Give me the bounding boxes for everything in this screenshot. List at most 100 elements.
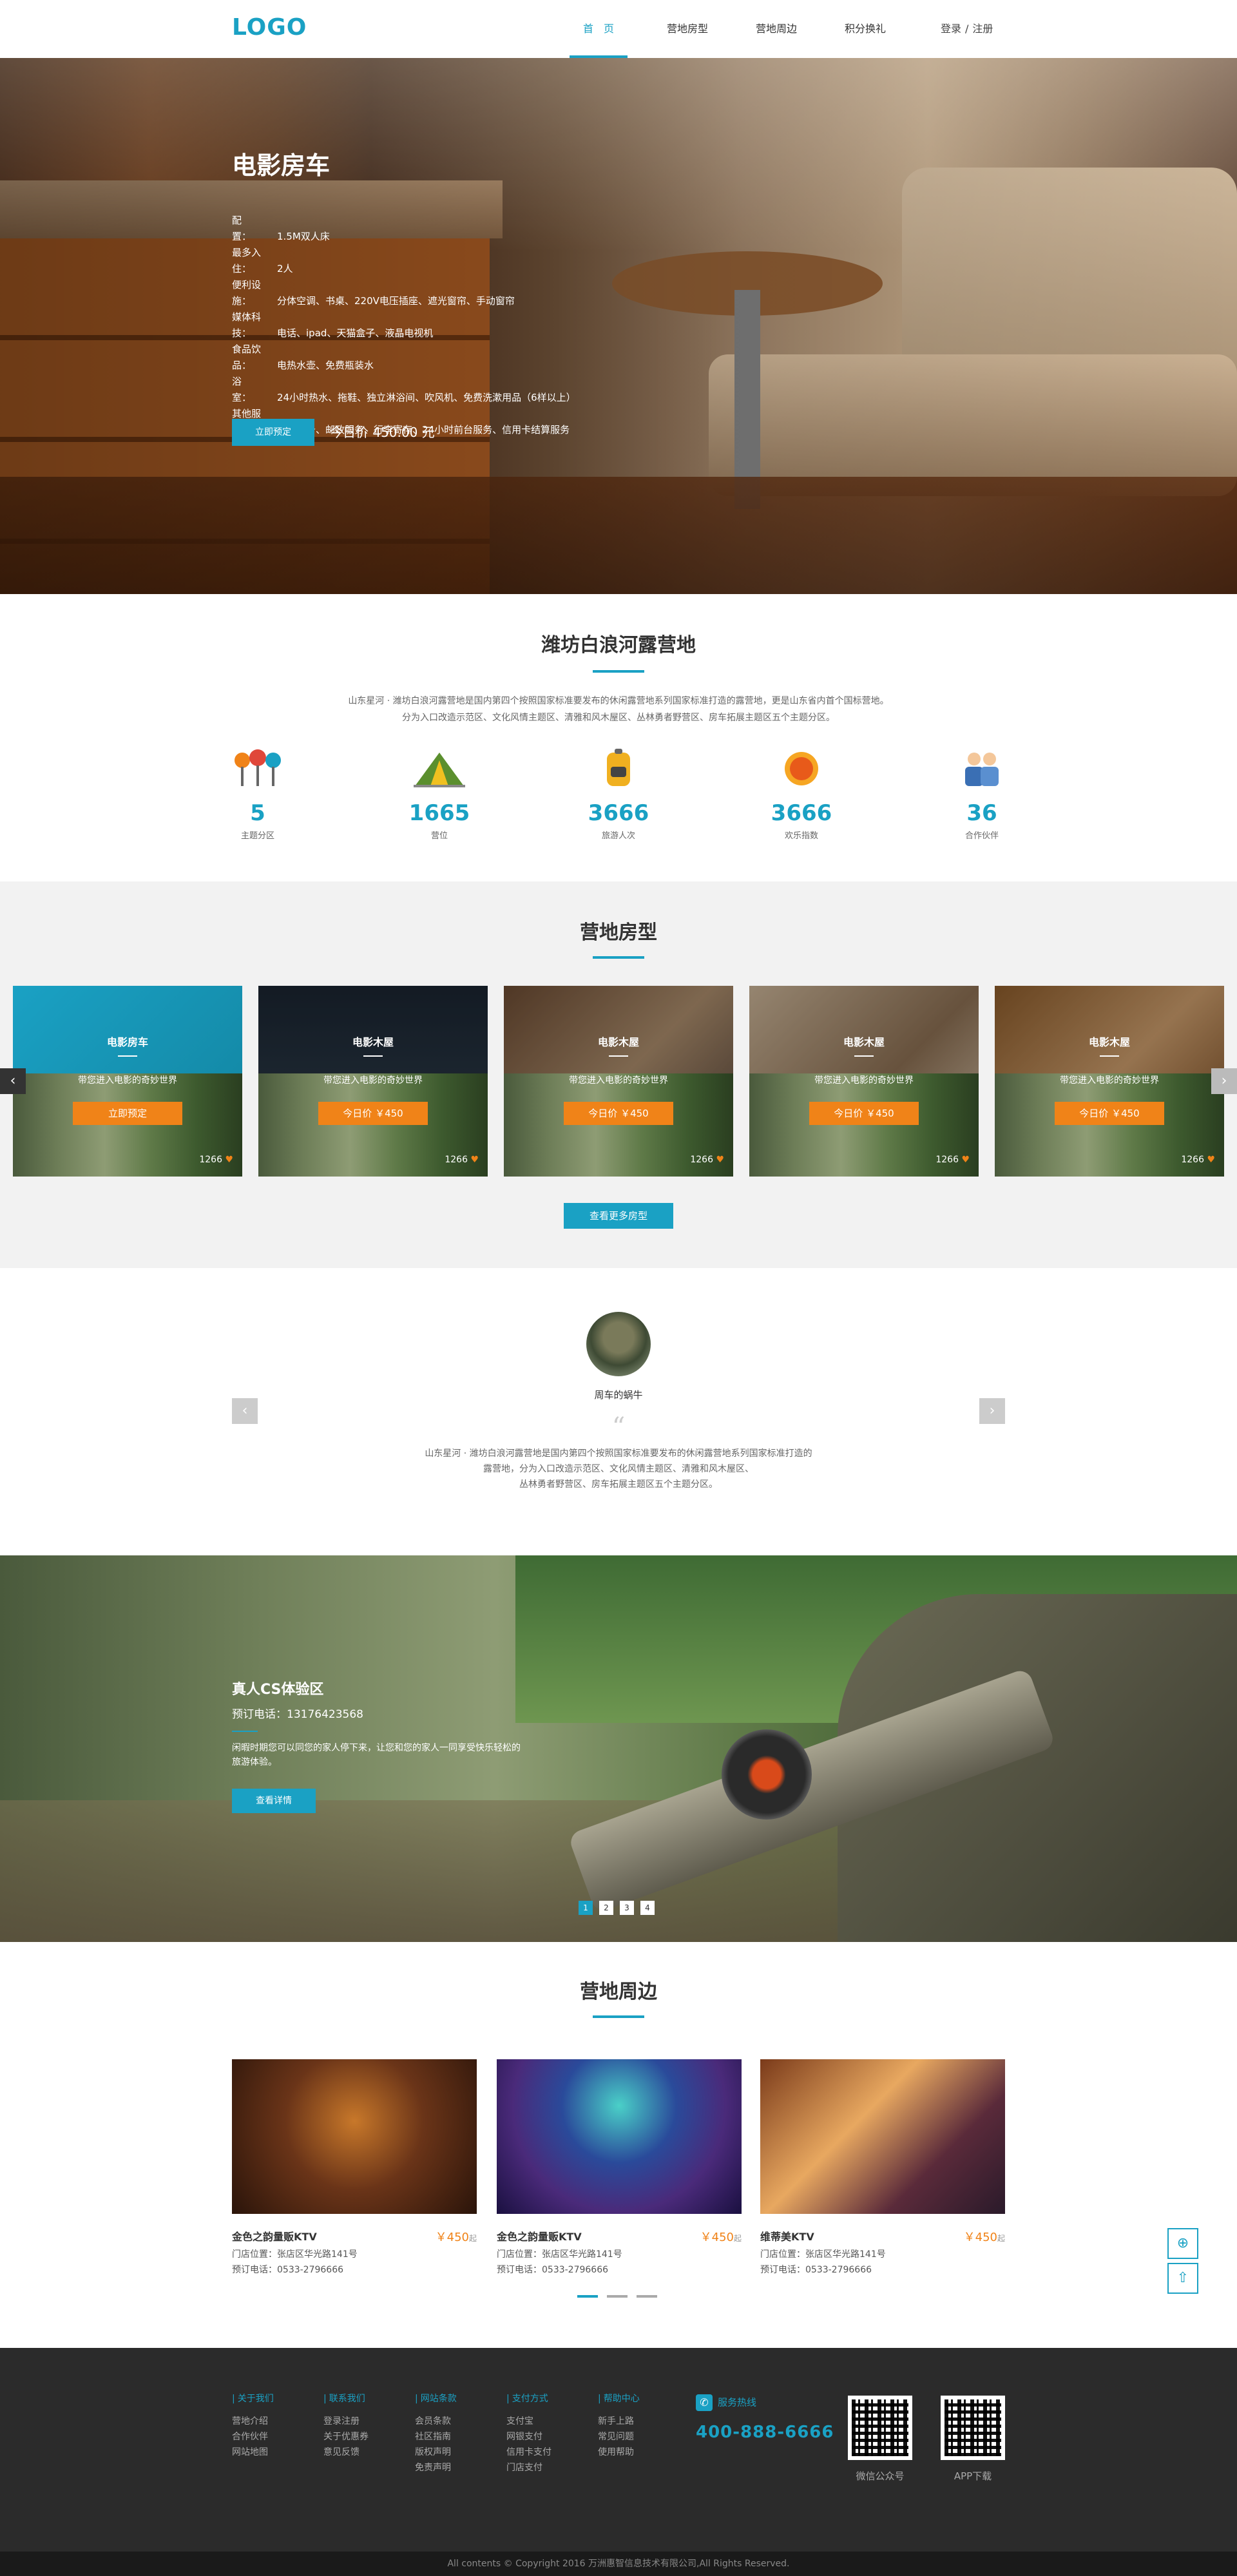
sun-icon (776, 747, 827, 790)
cs-description: 闲暇时期您可以同您的家人停下来，让您和您的家人一同享受快乐轻松的旅游体验。 (232, 1743, 521, 1767)
nearby-item[interactable]: 维蒂美KTV ￥450起 门店位置：张店区华光路141号 预订电话：0533-2… (760, 2059, 1005, 2275)
testimonial-next-button[interactable]: › (979, 1398, 1005, 1424)
nearby-item[interactable]: 金色之韵量贩KTV ￥450起 门店位置：张店区华光路141号 预订电话：053… (232, 2059, 477, 2275)
nav-nearby[interactable]: 营地周边 (732, 0, 821, 58)
nearby-photo[interactable] (497, 2059, 742, 2214)
footer-link[interactable]: 关于优惠券 (323, 2429, 414, 2445)
banner-dot[interactable]: 2 (599, 1901, 613, 1915)
title-underline (593, 956, 644, 959)
room-price-button[interactable]: 今日价 ￥450 (564, 1102, 673, 1125)
heart-icon[interactable]: ♥ (225, 1155, 233, 1165)
footer-heading: 网站条款 (415, 2392, 505, 2405)
hotline-number[interactable]: 400-888-6666 (696, 2423, 834, 2442)
app-qr-code (941, 2396, 1005, 2460)
footer-link[interactable]: 常见问题 (598, 2429, 688, 2445)
nav-rooms[interactable]: 营地房型 (643, 0, 732, 58)
wechat-qr-code (848, 2396, 912, 2460)
auth-separator: / (965, 23, 969, 35)
nav-points[interactable]: 积分换礼 (821, 0, 910, 58)
room-price-button[interactable]: 今日价 ￥450 (318, 1102, 428, 1125)
heart-icon[interactable]: ♥ (470, 1155, 479, 1165)
pager-bar[interactable] (607, 2295, 628, 2298)
footer-link[interactable]: 网站地图 (232, 2445, 322, 2460)
nearby-name[interactable]: 金色之韵量贩KTV (497, 2228, 582, 2244)
carousel-next-button[interactable]: › (1211, 1068, 1237, 1094)
footer-link[interactable]: 合作伙伴 (232, 2429, 322, 2445)
more-rooms-button[interactable]: 查看更多房型 (564, 1203, 673, 1229)
stat-item: 36 合作伙伴 (943, 747, 1021, 841)
room-card-title: 电影房车 (106, 1036, 148, 1048)
banner-dot[interactable]: 1 (579, 1901, 593, 1915)
nearby-phone: 预订电话：0533-2796666 (497, 2265, 609, 2275)
heart-icon[interactable]: ♥ (716, 1155, 724, 1165)
room-card-divider (118, 1055, 137, 1057)
page: LOGO 首 页 营地房型 营地周边 积分换礼 登录 / 注册 电影房车 配 置： 1… (0, 0, 1237, 2576)
nearby-photo[interactable] (760, 2059, 1005, 2214)
footer-link[interactable]: 使用帮助 (598, 2445, 688, 2460)
about-text-line: 山东星河 · 潍坊白浪河露营地是国内第四个按照国家标准要发布的休闲露营地系列国家… (348, 696, 889, 706)
chevron-left-icon: ‹ (242, 1403, 248, 1419)
nearby-phone: 预订电话：0533-2796666 (760, 2265, 872, 2275)
room-card[interactable]: 电影木屋 带您进入电影的奇妙世界 今日价 ￥450 1266 ♥ (995, 986, 1224, 1177)
nearby-price: ￥450起 (700, 2231, 742, 2244)
nearby-name[interactable]: 维蒂美KTV (760, 2228, 814, 2244)
footer-link[interactable]: 支付宝 (506, 2414, 597, 2429)
room-book-button[interactable]: 立即预定 (73, 1102, 182, 1125)
logo[interactable]: LOGO (232, 14, 307, 41)
footer-link[interactable]: 门店支付 (506, 2460, 597, 2475)
footer-link[interactable]: 新手上路 (598, 2414, 688, 2429)
room-card[interactable]: 电影木屋 带您进入电影的奇妙世界 今日价 ￥450 1266 ♥ (258, 986, 488, 1177)
cs-details-button[interactable]: 查看详情 (232, 1789, 316, 1813)
about-title: 潍坊白浪河露营地 (541, 634, 696, 657)
footer-heading: 联系我们 (323, 2392, 414, 2405)
footer-link[interactable]: 版权声明 (415, 2445, 505, 2460)
service-button[interactable]: ⊕ (1167, 2228, 1198, 2259)
chevron-left-icon: ‹ (10, 1073, 16, 1089)
footer-link[interactable]: 意见反馈 (323, 2445, 414, 2460)
nearby-item[interactable]: 金色之韵量贩KTV ￥450起 门店位置：张店区华光路141号 预订电话：053… (497, 2059, 742, 2275)
nearby-address: 门店位置：张店区华光路141号 (232, 2249, 358, 2260)
banner-pagination: 1 2 3 4 (579, 1901, 661, 1915)
footer-link[interactable]: 信用卡支付 (506, 2445, 597, 2460)
stat-label: 合作伙伴 (964, 831, 999, 841)
register-link[interactable]: 注册 (972, 23, 993, 35)
carousel-prev-button[interactable]: ‹ (0, 1068, 26, 1094)
room-price-button[interactable]: 今日价 ￥450 (1055, 1102, 1164, 1125)
login-link[interactable]: 登录 (941, 23, 961, 35)
book-now-button[interactable]: 立即预定 (232, 419, 314, 446)
spec-row: 媒体科技： 电话、ipad、天猫盒子、液晶电视机 (232, 311, 434, 339)
nearby-name[interactable]: 金色之韵量贩KTV (232, 2228, 317, 2244)
heart-icon[interactable]: ♥ (961, 1155, 970, 1165)
room-card[interactable]: 电影房车 带您进入电影的奇妙世界 立即预定 1266 ♥ (13, 986, 242, 1177)
room-price-button[interactable]: 今日价 ￥450 (809, 1102, 919, 1125)
back-to-top-button[interactable]: ⇧ (1167, 2263, 1198, 2294)
pager-bar[interactable] (577, 2295, 598, 2298)
hero-price: 今日价 450.00 元 (330, 425, 435, 440)
qr-label: APP下载 (954, 2470, 992, 2482)
heart-icon[interactable]: ♥ (1207, 1155, 1215, 1165)
footer-link[interactable]: 登录注册 (323, 2414, 414, 2429)
footer-link[interactable]: 会员条款 (415, 2414, 505, 2429)
stat-label: 营位 (430, 831, 448, 841)
nearby-title: 营地周边 (580, 1981, 657, 2003)
footer-link[interactable]: 社区指南 (415, 2429, 505, 2445)
header: LOGO 首 页 营地房型 营地周边 积分换礼 登录 / 注册 (0, 0, 1237, 58)
nav-home[interactable]: 首 页 (554, 0, 643, 58)
testimonial-prev-button[interactable]: ‹ (232, 1398, 258, 1424)
pager-bar[interactable] (637, 2295, 657, 2298)
banner-dot[interactable]: 4 (640, 1901, 655, 1915)
footer-link[interactable]: 网银支付 (506, 2429, 597, 2445)
target-icon: ⊕ (1176, 2235, 1189, 2251)
room-card[interactable]: 电影木屋 带您进入电影的奇妙世界 今日价 ￥450 1266 ♥ (504, 986, 733, 1177)
trees-icon (232, 747, 283, 790)
avatar (586, 1312, 651, 1376)
nearby-photo[interactable] (232, 2059, 477, 2214)
testimonial-line: 山东星河 · 潍坊白浪河露营地是国内第四个按照国家标准要发布的休闲露营地系列国家… (425, 1448, 812, 1459)
banner-dot[interactable]: 3 (620, 1901, 634, 1915)
room-card-divider (609, 1055, 628, 1057)
footer-heading: 支付方式 (506, 2392, 597, 2405)
footer-link[interactable]: 营地介绍 (232, 2414, 322, 2429)
stats-row: 5 主题分区 1665 营位 3666 旅游人次 3666 欢乐指数 36 合作… (232, 747, 1005, 851)
footer-link[interactable]: 免责声明 (415, 2460, 505, 2475)
room-card[interactable]: 电影木屋 带您进入电影的奇妙世界 今日价 ￥450 1266 ♥ (749, 986, 979, 1177)
